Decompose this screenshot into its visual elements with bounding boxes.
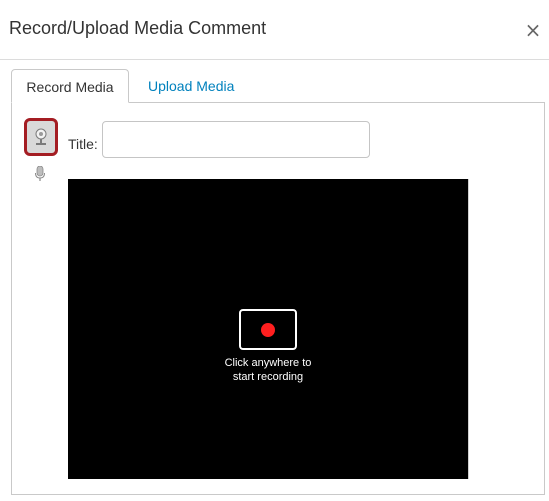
title-label: Title:	[68, 136, 98, 152]
tab-record-media[interactable]: Record Media	[11, 69, 129, 103]
record-hint: Click anywhere to start recording	[208, 356, 328, 384]
title-input[interactable]	[102, 121, 370, 158]
microphone-icon[interactable]	[34, 166, 46, 182]
record-hint-line-2: start recording	[232, 371, 304, 383]
recorder-area[interactable]: Click anywhere to start recording	[68, 179, 488, 479]
recorder-scroll-strip	[468, 179, 488, 479]
record-hint-line-1: Click anywhere to	[224, 357, 312, 369]
webcam-button[interactable]	[24, 118, 58, 156]
tab-upload-media[interactable]: Upload Media	[136, 69, 246, 103]
close-button[interactable]: ×	[522, 18, 544, 42]
webcam-icon	[35, 128, 47, 145]
dialog-title: Record/Upload Media Comment	[9, 18, 267, 38]
record-dot-icon	[261, 323, 275, 337]
record-button[interactable]	[239, 309, 297, 350]
dialog-header: Record/Upload Media Comment ×	[0, 0, 549, 60]
